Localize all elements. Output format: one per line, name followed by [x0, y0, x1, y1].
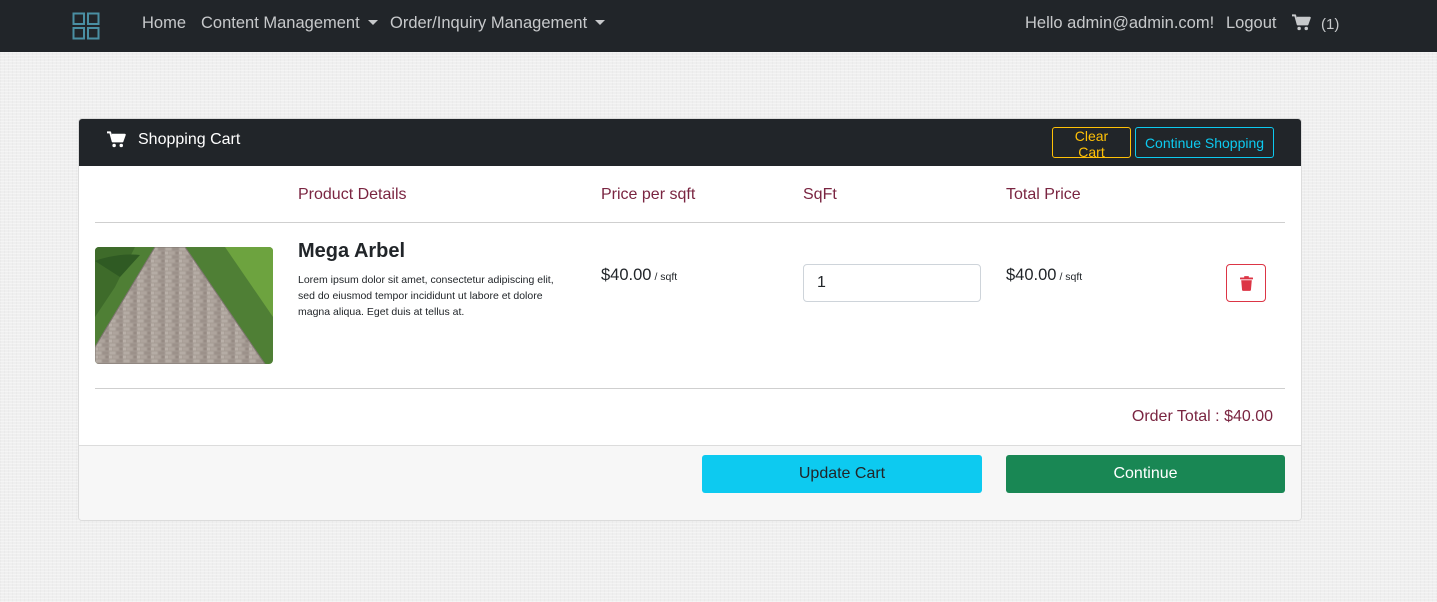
user-greeting: Hello admin@admin.com! — [1025, 14, 1215, 32]
continue-button[interactable]: Continue — [1006, 455, 1285, 493]
line-total-value: $40.00 — [1006, 266, 1057, 284]
cart-icon — [1292, 14, 1311, 31]
trash-icon — [1239, 275, 1253, 291]
nav-order-management-dropdown[interactable]: Order/Inquiry Management — [390, 14, 606, 33]
cart-header: Shopping Cart Clear Cart Continue Shoppi… — [79, 119, 1301, 166]
unit-price-value: $40.00 — [601, 266, 652, 284]
product-name: Mega Arbel — [298, 240, 406, 262]
header-divider — [95, 222, 1285, 223]
shopping-cart-card: Shopping Cart Clear Cart Continue Shoppi… — [78, 118, 1302, 521]
cart-footer: Update Cart Continue — [79, 445, 1301, 520]
item-divider — [95, 388, 1285, 389]
cart-icon — [107, 131, 126, 153]
unit-price-suffix: / sqft — [654, 271, 678, 283]
column-header-product: Product Details — [298, 186, 407, 203]
update-cart-button[interactable]: Update Cart — [702, 455, 982, 493]
nav-content-management-label: Content Management — [201, 14, 360, 32]
remove-item-button[interactable] — [1226, 264, 1266, 302]
order-total: Order Total : $40.00 — [1131, 408, 1273, 425]
nav-order-management-label: Order/Inquiry Management — [390, 14, 588, 32]
chevron-down-icon — [595, 20, 606, 25]
product-description: Lorem ipsum dolor sit amet, consectetur … — [298, 274, 554, 318]
column-header-sqft: SqFt — [803, 186, 837, 203]
product-image — [95, 247, 273, 364]
nav-content-management-dropdown[interactable]: Content Management — [201, 14, 378, 33]
unit-price: $40.00/ sqft — [601, 266, 677, 285]
nav-cart-link[interactable]: (1) — [1292, 14, 1339, 33]
cart-title: Shopping Cart — [138, 131, 241, 148]
chevron-down-icon — [367, 20, 378, 25]
cart-count-badge: (1) — [1321, 16, 1340, 33]
nav-home-link[interactable]: Home — [142, 14, 186, 33]
line-total: $40.00/ sqft — [1006, 266, 1082, 285]
grid-logo-icon[interactable] — [72, 12, 100, 40]
column-header-price: Price per sqft — [601, 186, 696, 203]
clear-cart-button[interactable]: Clear Cart — [1052, 127, 1131, 160]
logout-link[interactable]: Logout — [1226, 14, 1276, 33]
top-navbar: Home Content Management Order/Inquiry Ma… — [0, 0, 1437, 52]
column-header-total: Total Price — [1006, 186, 1081, 203]
continue-shopping-button[interactable]: Continue Shopping — [1135, 127, 1274, 158]
sqft-quantity-input[interactable] — [803, 264, 981, 302]
line-total-suffix: / sqft — [1059, 271, 1083, 283]
